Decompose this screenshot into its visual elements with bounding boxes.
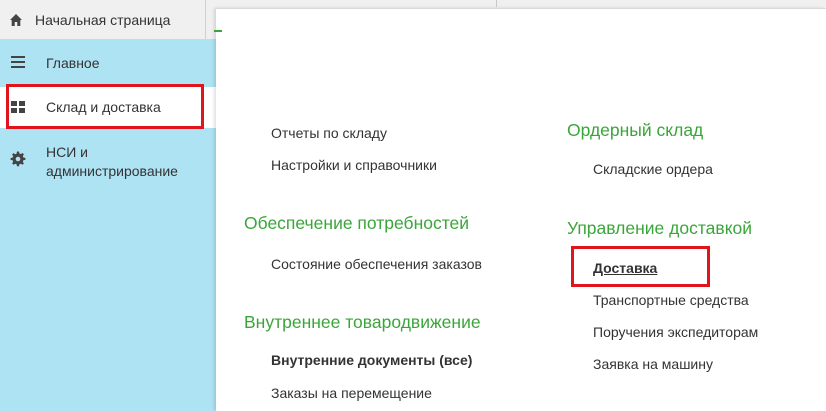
group-title-order-warehouse: Ордерный склад: [567, 120, 704, 140]
link-warehouse-reports[interactable]: Отчеты по складу: [271, 125, 387, 141]
sidebar-item-label-line1: НСИ и: [46, 144, 88, 160]
sidebar: Главное Склад и доставка НСИ и администр…: [0, 39, 216, 411]
sidebar-item-label: Склад и доставка: [46, 99, 161, 115]
link-internal-documents-all[interactable]: Внутренние документы (все): [271, 352, 472, 368]
group-title-internal-movement: Внутреннее товародвижение: [244, 312, 481, 332]
home-icon: [10, 13, 22, 26]
section-panel: [216, 8, 826, 411]
menu-lines-icon: [11, 56, 25, 68]
sidebar-item-warehouse-delivery[interactable]: Склад и доставка: [0, 87, 216, 128]
sidebar-item-label-line2: администрирование: [46, 163, 178, 179]
tab-divider: [496, 0, 497, 7]
tab-indicator: [214, 30, 222, 32]
sidebar-item-label: Главное: [46, 55, 100, 71]
link-forwarder-assignments[interactable]: Поручения экспедиторам: [593, 324, 758, 340]
link-transfer-orders[interactable]: Заказы на перемещение: [271, 385, 432, 401]
link-vehicles[interactable]: Транспортные средства: [593, 292, 749, 308]
link-warehouse-orders[interactable]: Складские ордера: [593, 161, 713, 177]
sidebar-item-main[interactable]: Главное: [0, 39, 216, 87]
grid-icon: [11, 101, 25, 113]
home-tab-label: Начальная страница: [35, 11, 171, 28]
home-tab[interactable]: Начальная страница: [0, 0, 206, 39]
divider: [216, 8, 826, 9]
gear-icon: [10, 151, 26, 167]
sidebar-item-nsi-admin[interactable]: НСИ и администрирование: [0, 139, 216, 183]
link-delivery[interactable]: Доставка: [593, 260, 657, 276]
link-vehicle-request[interactable]: Заявка на машину: [593, 356, 713, 372]
link-settings-references[interactable]: Настройки и справочники: [271, 157, 437, 173]
link-order-supply-status[interactable]: Состояние обеспечения заказов: [271, 256, 482, 272]
group-title-needs: Обеспечение потребностей: [244, 213, 470, 233]
group-title-delivery-management: Управление доставкой: [567, 218, 753, 238]
app-window: Начальная страница Главное Склад и доста…: [0, 0, 826, 411]
